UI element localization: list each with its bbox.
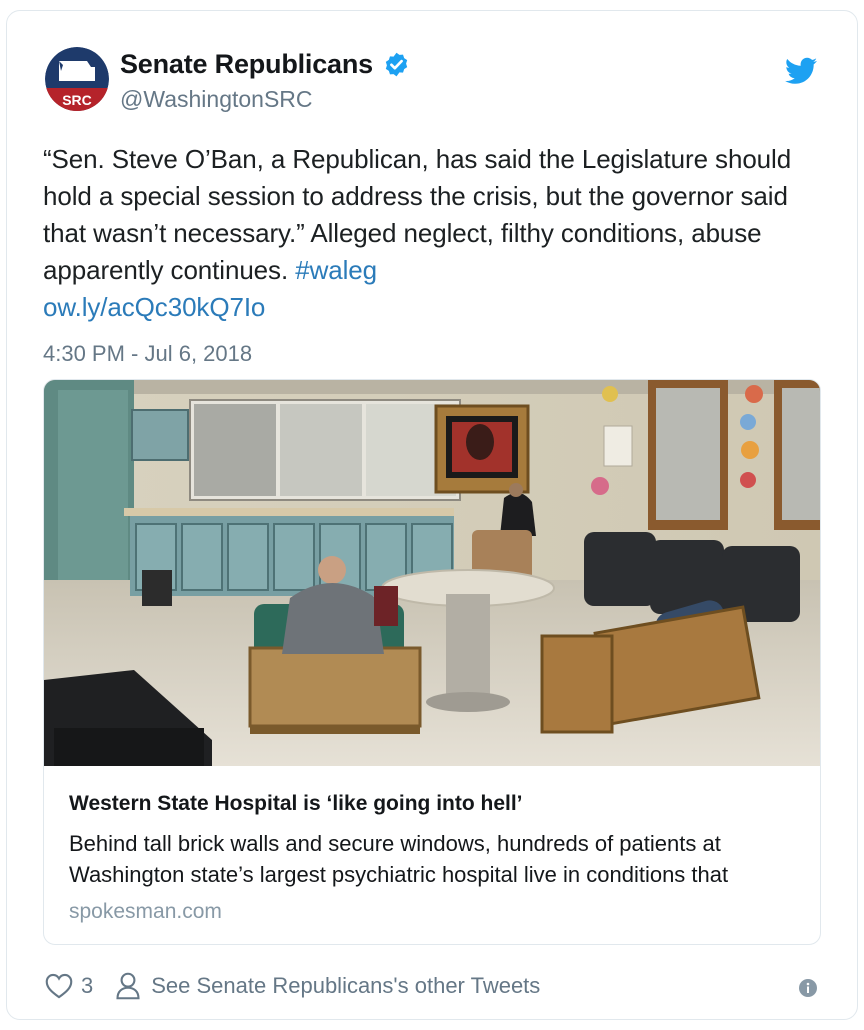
tweet-actions: 3 See Senate Republicans's other Tweets [45, 971, 540, 1001]
card-photo [44, 380, 820, 766]
like-count[interactable]: 3 [81, 973, 93, 999]
tweet-body: “Sen. Steve O’Ban, a Republican, has sai… [43, 144, 792, 285]
twitter-bird-icon[interactable] [785, 57, 817, 85]
avatar[interactable]: SRC [45, 47, 109, 111]
verified-badge-icon [386, 52, 408, 77]
tweet-text: “Sen. Steve O’Ban, a Republican, has sai… [43, 141, 813, 326]
hashtag-link[interactable]: #waleg [295, 255, 377, 285]
avatar-text: SRC [62, 92, 92, 108]
link-preview-card[interactable]: Western State Hospital is ‘like going in… [43, 379, 821, 945]
embedded-tweet: SRC Senate Republicans @WashingtonSRC “S… [6, 10, 858, 1020]
card-title: Western State Hospital is ‘like going in… [69, 792, 523, 815]
person-icon [116, 972, 140, 1000]
display-name[interactable]: Senate Republicans [120, 49, 373, 80]
tweet-timestamp[interactable]: 4:30 PM - Jul 6, 2018 [43, 341, 252, 367]
handle[interactable]: @WashingtonSRC [120, 86, 410, 113]
card-description: Behind tall brick walls and secure windo… [69, 831, 729, 887]
info-icon[interactable] [799, 979, 817, 997]
author-block: Senate Republicans @WashingtonSRC [120, 49, 410, 113]
card-domain: spokesman.com [69, 900, 222, 923]
other-tweets-link[interactable]: See Senate Republicans's other Tweets [151, 973, 540, 999]
heart-icon[interactable] [45, 973, 73, 999]
short-url-link[interactable]: ow.ly/acQc30kQ7Io [43, 292, 265, 322]
